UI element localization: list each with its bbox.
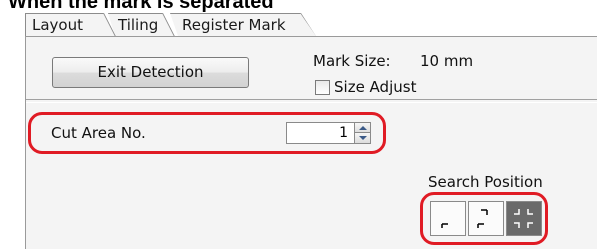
size-adjust-checkbox[interactable] <box>315 80 330 95</box>
mark-size-label: Mark Size: <box>313 52 391 70</box>
tab-register-mark[interactable]: Register Mark <box>170 13 316 36</box>
search-position-highlight <box>420 192 548 245</box>
search-position-label: Search Position <box>428 173 543 191</box>
page-caption: When the mark is separated <box>8 0 274 13</box>
mark-size-value: 10 mm <box>420 52 474 70</box>
exit-detection-button[interactable]: Exit Detection <box>52 57 249 88</box>
size-adjust-label: Size Adjust <box>334 78 417 96</box>
section-divider <box>26 99 597 103</box>
cut-area-highlight <box>28 112 386 154</box>
tab-layout[interactable]: Layout <box>25 13 115 36</box>
